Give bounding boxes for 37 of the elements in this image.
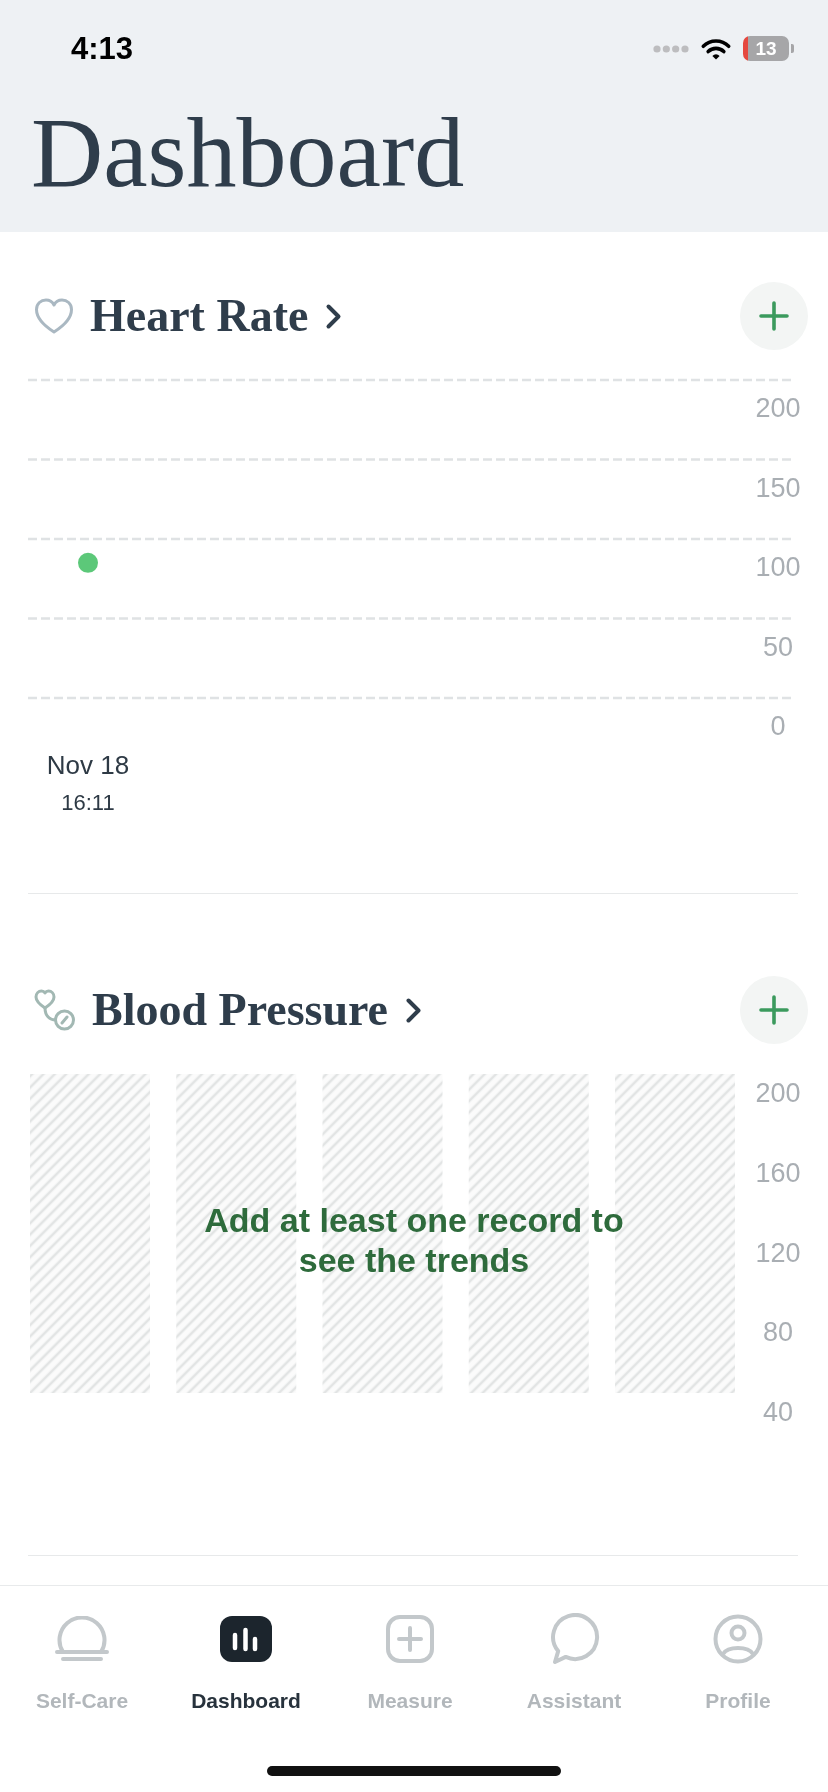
x-axis-label: Nov 18: [46, 750, 130, 780]
tab-button[interactable]: Profile: [656, 1613, 820, 1714]
data-point: [78, 552, 98, 573]
chevron-right-icon: [405, 996, 423, 1024]
tab-button[interactable]: Dashboard: [164, 1613, 328, 1714]
y-axis-label: 150: [755, 472, 801, 503]
y-axis-label: 200: [755, 393, 801, 423]
signal-icon: [653, 44, 689, 53]
axis-label: 40: [763, 1397, 793, 1427]
plus-icon: [759, 995, 789, 1025]
x-axis-time-label: 16:11: [61, 790, 115, 815]
axis-label: 200: [755, 1078, 801, 1108]
tab-button[interactable]: Self-Care: [0, 1613, 164, 1714]
bar-chart-icon: [220, 1616, 272, 1662]
heart-icon: [34, 297, 74, 335]
battery-indicator: 13: [743, 36, 794, 61]
axis-label: 120: [755, 1237, 801, 1268]
empty-message: Add at least one record to see the trends: [203, 1199, 625, 1280]
axis-label: 80: [763, 1317, 793, 1348]
status-time: 4:13: [71, 30, 134, 67]
user-circle-icon: [713, 1614, 763, 1664]
heart-gauge-icon: [34, 989, 76, 1031]
section-link[interactable]: Blood Pressure: [92, 982, 423, 1038]
y-axis-label: 50: [763, 631, 793, 662]
page-title: Dashboard: [30, 97, 466, 209]
speech-bubble-icon: [548, 1613, 600, 1665]
wifi-icon: [700, 36, 732, 61]
axis-label: 160: [755, 1157, 801, 1188]
y-axis-label: 100: [755, 552, 801, 582]
plus-icon: [759, 301, 789, 331]
y-axis-label: 0: [770, 711, 786, 741]
plus-square-icon: [386, 1615, 434, 1663]
dome-icon: [54, 1616, 110, 1662]
tab-button[interactable]: Assistant: [492, 1613, 656, 1714]
section-link[interactable]: Heart Rate: [90, 288, 343, 344]
tab-button[interactable]: Measure: [328, 1613, 492, 1714]
chevron-right-icon: [325, 302, 343, 330]
